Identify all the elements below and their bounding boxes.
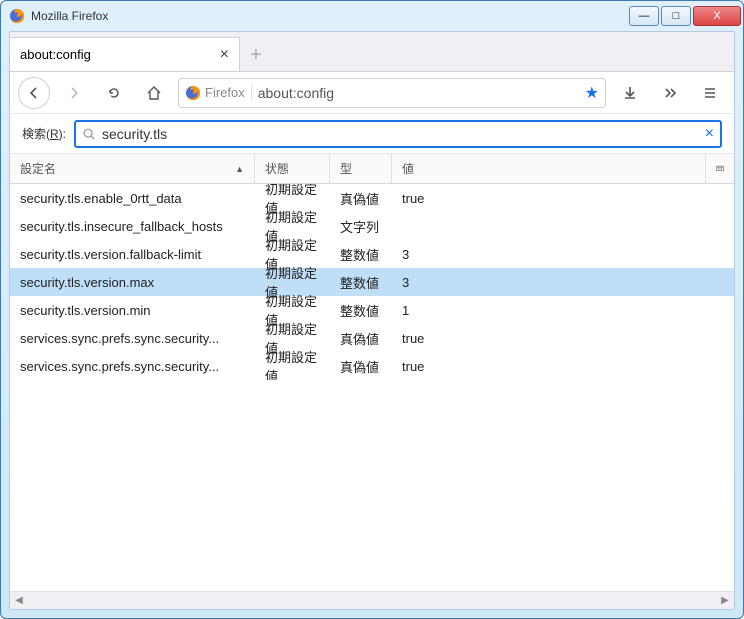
maximize-button[interactable]: □ bbox=[661, 6, 691, 26]
pref-type: 真偽値 bbox=[330, 329, 392, 348]
bookmark-star-icon[interactable]: ★ bbox=[585, 83, 599, 103]
tab-label: about:config bbox=[20, 47, 91, 62]
search-input[interactable] bbox=[96, 126, 705, 142]
tab-about-config[interactable]: about:config × bbox=[10, 37, 240, 71]
home-button[interactable] bbox=[138, 77, 170, 109]
horizontal-scrollbar[interactable]: ◀ ▶ bbox=[10, 591, 734, 609]
column-picker-button[interactable] bbox=[706, 154, 734, 183]
grid-header: 設定名 ▲ 状態 型 値 bbox=[10, 154, 734, 184]
reload-icon bbox=[106, 85, 122, 101]
chevron-double-right-icon bbox=[662, 85, 678, 101]
pref-type: 文字列 bbox=[330, 217, 392, 236]
preference-row[interactable]: services.sync.prefs.sync.security...初期設定… bbox=[10, 352, 734, 380]
scroll-right-icon[interactable]: ▶ bbox=[716, 592, 734, 609]
minimize-button[interactable]: — bbox=[629, 6, 659, 26]
back-button[interactable] bbox=[18, 77, 50, 109]
pref-type: 真偽値 bbox=[330, 189, 392, 208]
preference-row[interactable]: security.tls.enable_0rtt_data初期設定値真偽値tru… bbox=[10, 184, 734, 212]
pref-value: 3 bbox=[392, 247, 734, 262]
url-bar[interactable]: Firefox about:config ★ bbox=[178, 78, 606, 108]
pref-type: 整数値 bbox=[330, 301, 392, 320]
pref-name: security.tls.enable_0rtt_data bbox=[10, 191, 255, 206]
url-text: about:config bbox=[258, 85, 579, 101]
pref-value: true bbox=[392, 359, 734, 374]
window-frame: Mozilla Firefox — □ X about:config × + bbox=[0, 0, 744, 619]
preference-row[interactable]: security.tls.version.min初期設定値整数値1 bbox=[10, 296, 734, 324]
scroll-left-icon[interactable]: ◀ bbox=[10, 592, 28, 609]
download-icon bbox=[622, 85, 638, 101]
close-button[interactable]: X bbox=[693, 6, 741, 26]
firefox-icon bbox=[9, 8, 25, 24]
pref-value: 3 bbox=[392, 275, 734, 290]
overflow-button[interactable] bbox=[654, 77, 686, 109]
column-header-value[interactable]: 値 bbox=[392, 154, 706, 183]
new-tab-button[interactable]: + bbox=[240, 39, 272, 71]
preference-row[interactable]: security.tls.insecure_fallback_hosts初期設定… bbox=[10, 212, 734, 240]
firefox-icon bbox=[185, 85, 201, 101]
pref-name: security.tls.version.fallback-limit bbox=[10, 247, 255, 262]
sort-asc-icon: ▲ bbox=[235, 164, 244, 174]
home-icon bbox=[146, 85, 162, 101]
pref-value: true bbox=[392, 331, 734, 346]
pref-name: security.tls.version.max bbox=[10, 275, 255, 290]
pref-status: 初期設定値 bbox=[255, 347, 330, 380]
preference-row[interactable]: security.tls.version.max初期設定値整数値3 bbox=[10, 268, 734, 296]
preference-rows: security.tls.enable_0rtt_data初期設定値真偽値tru… bbox=[10, 184, 734, 380]
arrow-right-icon bbox=[66, 85, 82, 101]
tab-close-icon[interactable]: × bbox=[220, 46, 229, 64]
pref-value: 1 bbox=[392, 303, 734, 318]
hamburger-icon bbox=[702, 85, 718, 101]
window-controls: — □ X bbox=[629, 6, 741, 26]
menu-button[interactable] bbox=[694, 77, 726, 109]
titlebar[interactable]: Mozilla Firefox — □ X bbox=[1, 1, 743, 31]
column-header-type[interactable]: 型 bbox=[330, 154, 392, 183]
preference-row[interactable]: services.sync.prefs.sync.security...初期設定… bbox=[10, 324, 734, 352]
pref-name: security.tls.version.min bbox=[10, 303, 255, 318]
tab-strip: about:config × + bbox=[10, 32, 734, 72]
column-picker-icon bbox=[716, 163, 724, 175]
pref-value: true bbox=[392, 191, 734, 206]
content-area: about:config × + bbox=[9, 31, 735, 610]
pref-name: services.sync.prefs.sync.security... bbox=[10, 331, 255, 346]
reload-button[interactable] bbox=[98, 77, 130, 109]
navbar: Firefox about:config ★ bbox=[10, 72, 734, 114]
pref-name: services.sync.prefs.sync.security... bbox=[10, 359, 255, 374]
pref-type: 整数値 bbox=[330, 273, 392, 292]
search-label: 検索(R): bbox=[22, 125, 66, 142]
forward-button[interactable] bbox=[58, 77, 90, 109]
scroll-track[interactable] bbox=[28, 592, 716, 609]
pref-type: 整数値 bbox=[330, 245, 392, 264]
firefox-badge-label: Firefox bbox=[205, 85, 245, 100]
column-header-name[interactable]: 設定名 ▲ bbox=[10, 154, 255, 183]
downloads-button[interactable] bbox=[614, 77, 646, 109]
search-row: 検索(R): × bbox=[10, 114, 734, 154]
firefox-badge: Firefox bbox=[185, 85, 252, 101]
search-icon bbox=[82, 127, 96, 141]
clear-search-icon[interactable]: × bbox=[705, 125, 714, 143]
window-title: Mozilla Firefox bbox=[31, 9, 629, 23]
column-header-status[interactable]: 状態 bbox=[255, 154, 330, 183]
search-box[interactable]: × bbox=[74, 120, 722, 148]
arrow-left-icon bbox=[26, 85, 42, 101]
pref-name: security.tls.insecure_fallback_hosts bbox=[10, 219, 255, 234]
pref-type: 真偽値 bbox=[330, 357, 392, 376]
preference-row[interactable]: security.tls.version.fallback-limit初期設定値… bbox=[10, 240, 734, 268]
